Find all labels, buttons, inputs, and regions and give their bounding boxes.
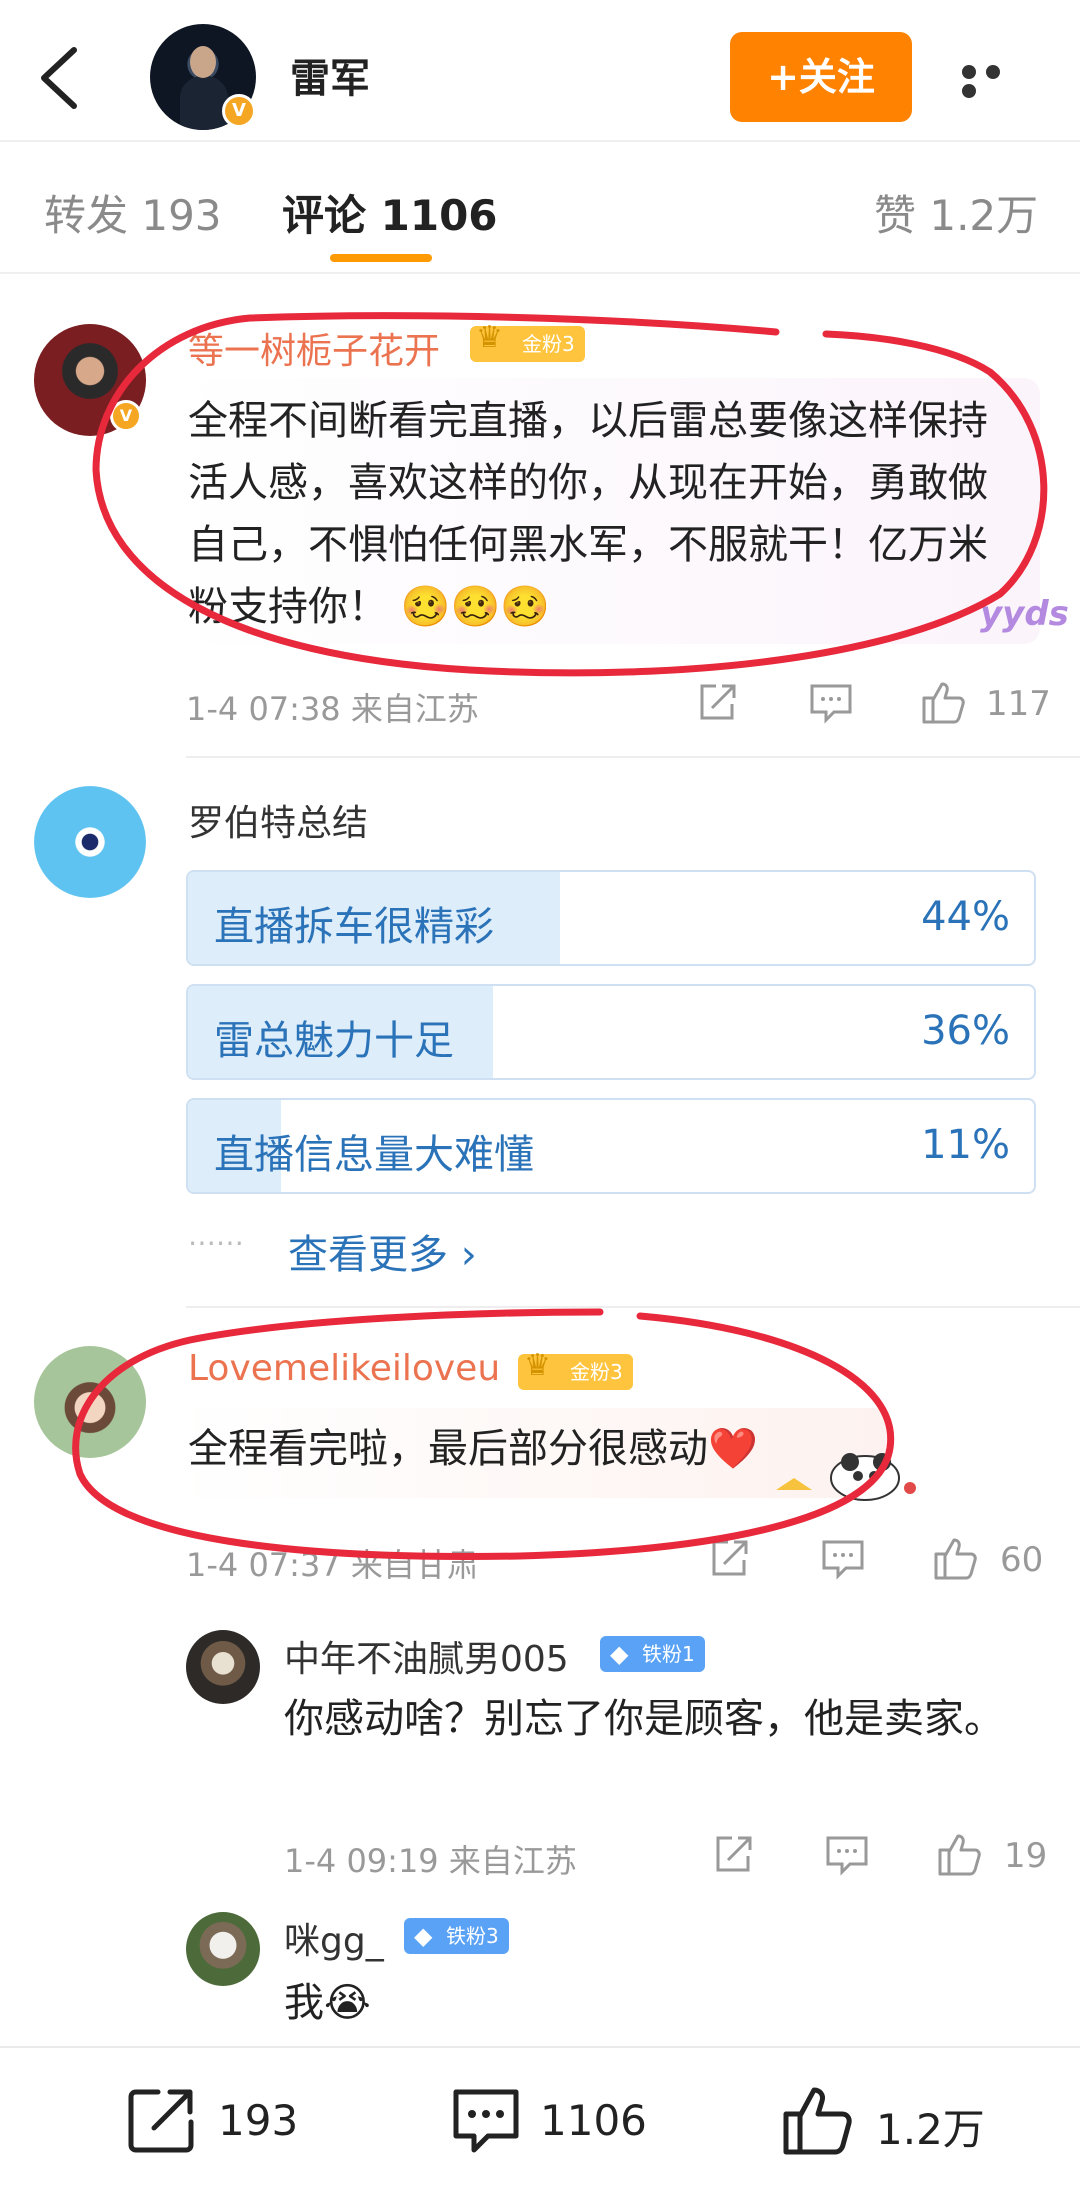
- like-icon[interactable]: [920, 678, 968, 728]
- reply-icon[interactable]: [808, 680, 854, 730]
- fan-level-badge: ◆ 铁粉1: [600, 1636, 705, 1672]
- active-tab-indicator: [330, 254, 432, 262]
- poll-option[interactable]: 直播拆车很精彩 44%: [186, 870, 1036, 966]
- comment-username[interactable]: 等一树栀子花开: [188, 322, 440, 374]
- fan-level-badge: ♛ 金粉3: [470, 320, 585, 362]
- yyds-sticker: yyds: [980, 594, 1069, 634]
- top-navigation-bar: V 雷军 +关注: [0, 0, 1080, 142]
- reply-username[interactable]: 咪gg_: [284, 1912, 384, 1964]
- divider: [186, 756, 1080, 758]
- poll-option-percent: 11%: [921, 1122, 1010, 1168]
- bottom-action-bar: 193 1106 1.2万: [0, 2046, 1080, 2192]
- like-count: 117: [986, 684, 1051, 724]
- tab-likes[interactable]: 赞 1.2万: [874, 182, 1038, 243]
- tab-comments[interactable]: 评论 1106: [282, 182, 498, 243]
- comment-username[interactable]: Lovemelikeiloveu: [188, 1348, 500, 1389]
- repost-button[interactable]: 193: [124, 2082, 324, 2162]
- repost-icon: [128, 2089, 194, 2153]
- poll-option-label: 雷总魅力十足: [214, 1018, 454, 1064]
- comment-meta: 1-4 07:37 来自甘肃: [186, 1546, 479, 1584]
- like-count: 1.2万: [876, 2105, 985, 2154]
- reply-text: 我😭: [284, 1972, 484, 2034]
- poll-option-label: 直播信息量大难懂: [214, 1132, 534, 1178]
- panda-sticker-icon: [770, 1444, 920, 1504]
- comment-meta: 1-4 07:38 来自江苏: [186, 690, 479, 728]
- share-icon[interactable]: [706, 1536, 752, 1586]
- comment-body: 全程不间断看完直播，以后雷总要像这样保持活人感，喜欢这样的你，从现在开始，勇敢做…: [188, 398, 988, 630]
- share-icon[interactable]: [694, 680, 740, 730]
- like-button[interactable]: 1.2万: [780, 2082, 1020, 2162]
- fan-level-badge: ◆ 铁粉3: [404, 1918, 509, 1954]
- share-icon[interactable]: [710, 1832, 756, 1882]
- verified-badge-icon: V: [222, 94, 256, 128]
- comment-username[interactable]: 罗伯特总结: [188, 794, 368, 846]
- comment-button[interactable]: 1106: [448, 2082, 678, 2162]
- like-icon[interactable]: [936, 1830, 984, 1880]
- comment-icon: [453, 2089, 519, 2153]
- thumbs-up-icon: [783, 2087, 852, 2155]
- like-count: 19: [1004, 1836, 1048, 1876]
- tab-bar: 转发 193 评论 1106 赞 1.2万: [0, 142, 1080, 274]
- reply-body: 我: [284, 1980, 324, 2026]
- diamond-icon: ◆: [414, 1922, 433, 1950]
- more-options-icon[interactable]: [962, 64, 1032, 98]
- repost-count: 193: [218, 2096, 299, 2145]
- fan-level-badge: ♛ 金粉3: [518, 1348, 633, 1390]
- avatar-face: [190, 46, 216, 78]
- dizzy-face-emoji-icon: 🥴🥴🥴: [400, 584, 551, 630]
- crown-icon: ♛: [476, 320, 503, 355]
- poll-option-percent: 44%: [921, 894, 1010, 940]
- user-avatar[interactable]: [34, 1346, 146, 1458]
- comment-text: 全程不间断看完直播，以后雷总要像这样保持活人感，喜欢这样的你，从现在开始，勇敢做…: [188, 390, 1008, 638]
- tab-reposts[interactable]: 转发 193: [44, 182, 222, 243]
- like-count: 60: [1000, 1540, 1044, 1580]
- divider: [186, 1306, 1080, 1308]
- avatar-figure: [180, 76, 228, 130]
- crown-icon: ♛: [524, 1348, 551, 1383]
- comment-count: 1106: [540, 2096, 647, 2145]
- see-more-link[interactable]: 查看更多 ›: [288, 1222, 477, 1280]
- see-more-dots: ⋯⋯: [188, 1226, 244, 1259]
- follow-button[interactable]: +关注: [730, 32, 912, 122]
- profile-name[interactable]: 雷军: [290, 46, 370, 104]
- reply-icon[interactable]: [820, 1536, 866, 1586]
- user-avatar[interactable]: [186, 1912, 260, 1986]
- diamond-icon: ◆: [610, 1640, 629, 1668]
- crying-face-icon: 😭: [324, 1980, 371, 2026]
- reply-icon[interactable]: [824, 1832, 870, 1882]
- poll-option[interactable]: 雷总魅力十足 36%: [186, 984, 1036, 1080]
- verified-badge-icon: V: [110, 400, 142, 432]
- reply-username[interactable]: 中年不油腻男005: [284, 1630, 569, 1682]
- user-avatar[interactable]: [34, 786, 146, 898]
- poll-option-percent: 36%: [921, 1008, 1010, 1054]
- like-icon[interactable]: [932, 1534, 980, 1584]
- back-arrow-icon[interactable]: [34, 40, 90, 116]
- reply-meta: 1-4 09:19 来自江苏: [284, 1842, 577, 1880]
- reply-text: 你感动啥？别忘了你是顾客，他是卖家。: [284, 1696, 1004, 1742]
- comment-body: 全程看完啦，最后部分很感动: [188, 1426, 708, 1472]
- user-avatar[interactable]: [186, 1630, 260, 1704]
- poll-option[interactable]: 直播信息量大难懂 11%: [186, 1098, 1036, 1194]
- red-heart-icon: ❤️: [708, 1426, 758, 1472]
- poll-option-label: 直播拆车很精彩: [214, 904, 494, 950]
